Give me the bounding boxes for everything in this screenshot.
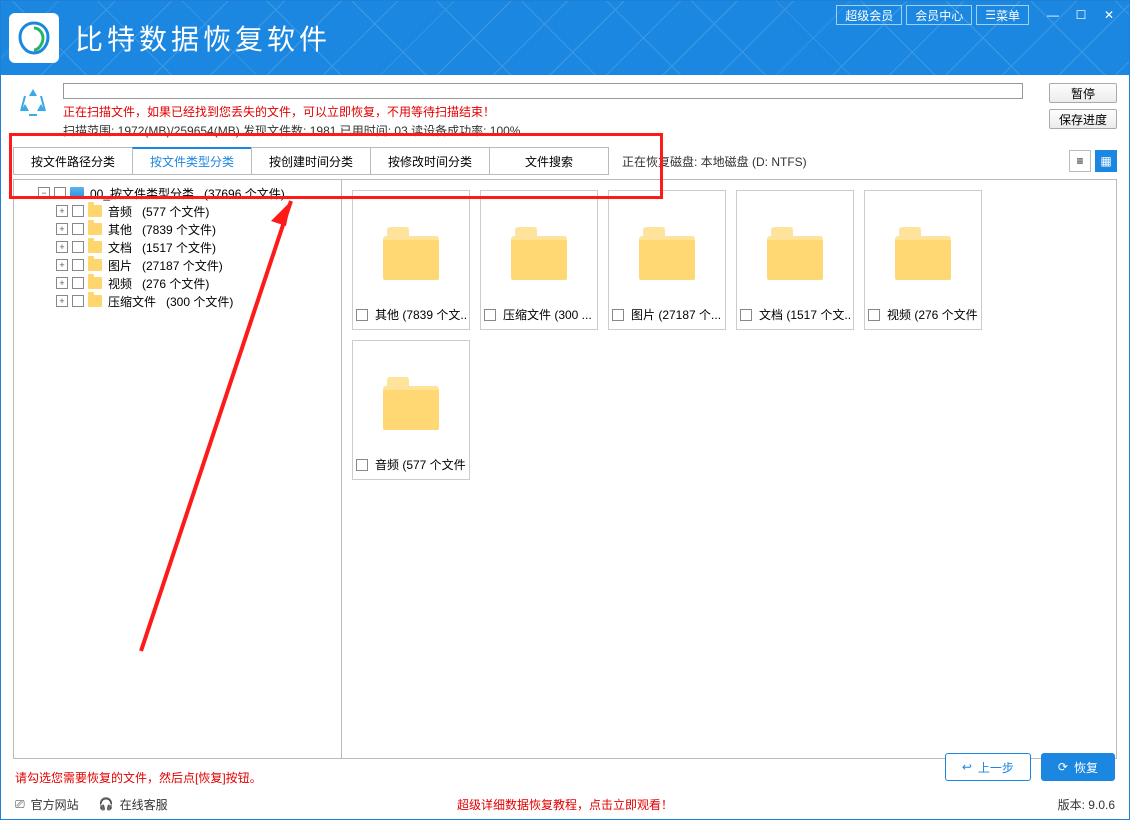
pause-button[interactable]: 暂停	[1049, 83, 1117, 103]
folder-icon	[639, 236, 695, 280]
folder-card[interactable]: 文档 (1517 个文...	[736, 190, 854, 330]
tree-item-audio[interactable]: +音频(577 个文件)	[20, 202, 335, 220]
checkbox[interactable]	[868, 309, 880, 321]
app-title: 比特数据恢复软件	[75, 18, 331, 58]
recycle-icon	[13, 83, 53, 123]
scan-progress-bar	[63, 83, 1023, 99]
tree-item-archive[interactable]: +压缩文件(300 个文件)	[20, 292, 335, 310]
folder-icon	[767, 236, 823, 280]
scan-status-bar: 正在扫描文件，如果已经找到您丢失的文件，可以立即恢复，不用等待扫描结束！ 扫描范…	[1, 75, 1129, 143]
main-panel: − 00_按文件类型分类 (37696 个文件) +音频(577 个文件) +其…	[13, 179, 1117, 759]
folder-card[interactable]: 其他 (7839 个文...	[352, 190, 470, 330]
expand-icon[interactable]: +	[56, 259, 68, 271]
maximize-button[interactable]: ☐	[1067, 5, 1095, 25]
back-arrow-icon: ↩	[962, 760, 972, 774]
close-button[interactable]: ✕	[1095, 5, 1123, 25]
checkbox[interactable]	[484, 309, 496, 321]
tree-item-docs[interactable]: +文档(1517 个文件)	[20, 238, 335, 256]
support-link[interactable]: 🎧在线客服	[99, 796, 168, 813]
checkbox[interactable]	[72, 241, 84, 253]
folder-icon	[88, 205, 102, 217]
scan-warning: 正在扫描文件，如果已经找到您丢失的文件，可以立即恢复，不用等待扫描结束！	[63, 103, 1039, 120]
tab-search[interactable]: 文件搜索	[489, 147, 609, 175]
root-icon	[70, 187, 84, 199]
folder-icon	[88, 241, 102, 253]
minimize-button[interactable]: —	[1039, 5, 1067, 25]
recover-button[interactable]: ⟳恢复	[1041, 753, 1115, 781]
folder-icon	[383, 386, 439, 430]
tab-filetype[interactable]: 按文件类型分类	[132, 147, 252, 175]
folder-icon	[895, 236, 951, 280]
folder-icon	[88, 259, 102, 271]
tutorial-link[interactable]: 超级详细数据恢复教程，点击立即观看！	[457, 796, 673, 813]
checkbox[interactable]	[72, 295, 84, 307]
expand-icon[interactable]: +	[56, 223, 68, 235]
tree-root[interactable]: − 00_按文件类型分类 (37696 个文件)	[20, 184, 335, 202]
file-grid: 其他 (7839 个文... 压缩文件 (300 ... 图片 (27187 个…	[342, 180, 1116, 758]
disk-info: 正在恢复磁盘: 本地磁盘 (D: NTFS)	[622, 153, 807, 170]
folder-icon	[511, 236, 567, 280]
checkbox[interactable]	[612, 309, 624, 321]
list-icon: ≡	[1076, 154, 1083, 168]
checkbox[interactable]	[72, 205, 84, 217]
expand-icon[interactable]: +	[56, 277, 68, 289]
file-tree: − 00_按文件类型分类 (37696 个文件) +音频(577 个文件) +其…	[14, 180, 342, 758]
tree-item-other[interactable]: +其他(7839 个文件)	[20, 220, 335, 238]
folder-card[interactable]: 视频 (276 个文件)	[864, 190, 982, 330]
folder-icon	[88, 277, 102, 289]
grid-view-button[interactable]: ▦	[1095, 150, 1117, 172]
vip-button[interactable]: 超级会员	[836, 5, 902, 25]
tabs-row: 按文件路径分类 按文件类型分类 按创建时间分类 按修改时间分类 文件搜索 正在恢…	[1, 147, 1129, 175]
version-label: 版本: 9.0.6	[1058, 796, 1115, 813]
grid-icon: ▦	[1100, 154, 1111, 168]
official-site-link[interactable]: ⎚官方网站	[15, 796, 79, 813]
menu-button[interactable]: ☰ 菜单	[976, 5, 1029, 25]
scan-stats: 扫描范围: 1972(MB)/259654(MB) 发现文件数: 1981 已用…	[63, 122, 1039, 139]
expand-icon[interactable]: +	[56, 295, 68, 307]
headset-icon: 🎧	[99, 797, 114, 811]
checkbox[interactable]	[356, 309, 368, 321]
expand-icon[interactable]: +	[56, 205, 68, 217]
folder-card[interactable]: 图片 (27187 个...	[608, 190, 726, 330]
checkbox[interactable]	[72, 223, 84, 235]
member-center-button[interactable]: 会员中心	[906, 5, 972, 25]
refresh-icon: ⟳	[1058, 760, 1068, 774]
folder-icon	[88, 223, 102, 235]
checkbox[interactable]	[72, 277, 84, 289]
folder-icon	[383, 236, 439, 280]
expand-icon[interactable]: +	[56, 241, 68, 253]
checkbox[interactable]	[356, 459, 368, 471]
tab-path[interactable]: 按文件路径分类	[13, 147, 133, 175]
app-logo	[9, 13, 59, 63]
checkbox[interactable]	[54, 187, 66, 199]
checkbox[interactable]	[72, 259, 84, 271]
footer: ⎚官方网站 🎧在线客服 超级详细数据恢复教程，点击立即观看！ 版本: 9.0.6	[1, 789, 1129, 819]
save-progress-button[interactable]: 保存进度	[1049, 109, 1117, 129]
tab-modified[interactable]: 按修改时间分类	[370, 147, 490, 175]
folder-icon	[88, 295, 102, 307]
tree-item-video[interactable]: +视频(276 个文件)	[20, 274, 335, 292]
collapse-icon[interactable]: −	[38, 187, 50, 199]
title-bar: 比特数据恢复软件 超级会员 会员中心 ☰ 菜单 — ☐ ✕	[1, 1, 1129, 75]
list-view-button[interactable]: ≡	[1069, 150, 1091, 172]
menu-icon: ☰	[985, 8, 996, 22]
globe-icon: ⎚	[15, 797, 25, 812]
prev-step-button[interactable]: ↩上一步	[945, 753, 1031, 781]
folder-card[interactable]: 音频 (577 个文件)	[352, 340, 470, 480]
tree-item-images[interactable]: +图片(27187 个文件)	[20, 256, 335, 274]
checkbox[interactable]	[740, 309, 752, 321]
folder-card[interactable]: 压缩文件 (300 ...	[480, 190, 598, 330]
tab-created[interactable]: 按创建时间分类	[251, 147, 371, 175]
